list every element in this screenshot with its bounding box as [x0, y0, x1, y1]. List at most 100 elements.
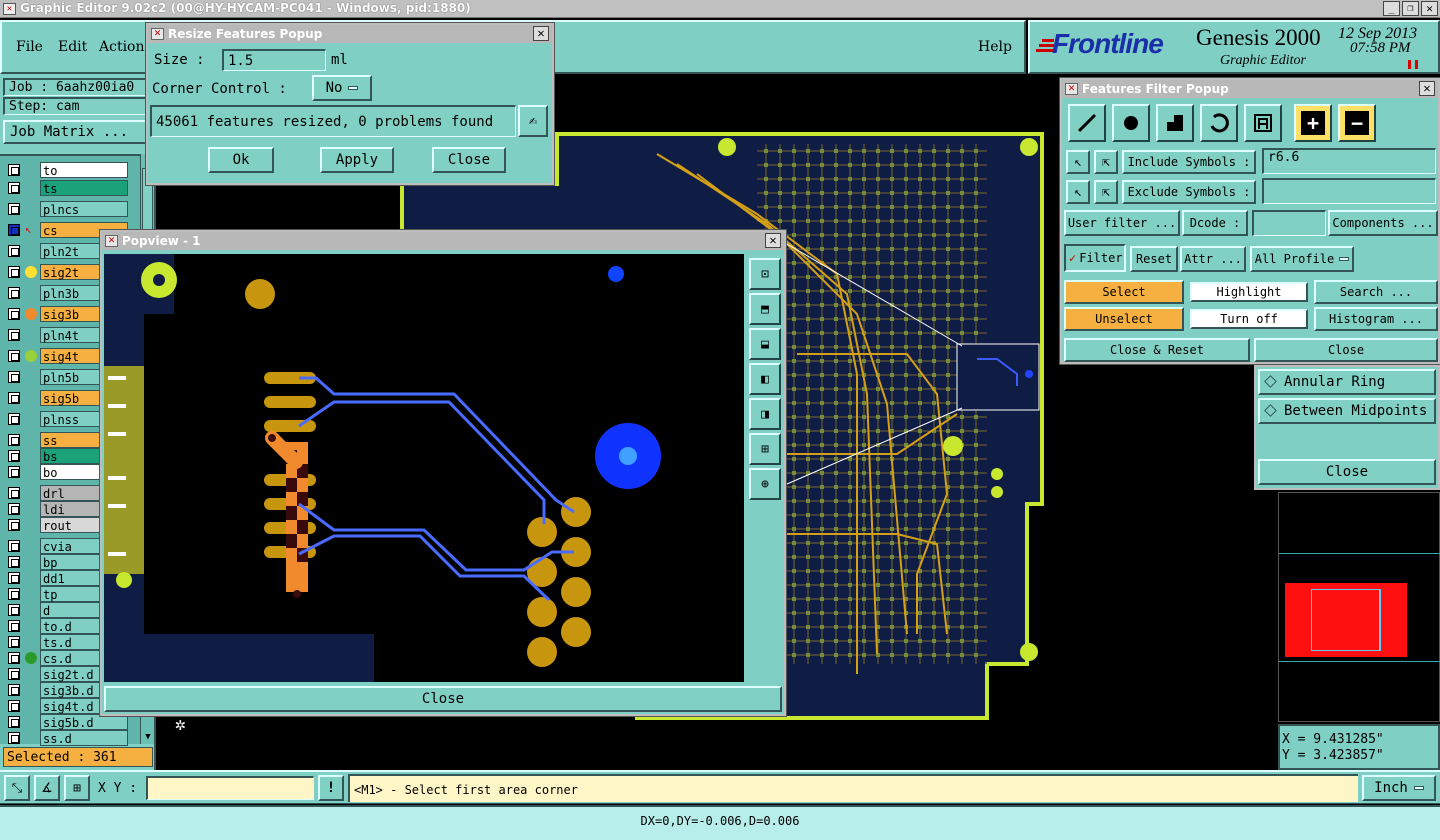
pan-up-icon[interactable]: ⬒	[749, 293, 781, 325]
search-button[interactable]: Search ...	[1314, 280, 1438, 304]
maximize-button[interactable]: ❐	[1402, 1, 1419, 16]
snap-close-button[interactable]: Close	[1258, 459, 1436, 485]
layer-checkbox[interactable]	[8, 716, 20, 728]
layer-checkbox[interactable]	[8, 203, 20, 215]
turn-off-button[interactable]: Turn off	[1190, 309, 1308, 329]
resize-status-icon[interactable]: ✍	[518, 105, 548, 137]
arc-feature-icon[interactable]	[1200, 104, 1238, 142]
filter-close-button[interactable]: Close	[1254, 338, 1438, 362]
alert-icon[interactable]: !	[318, 775, 344, 801]
grid-snap-icon[interactable]: ⊞	[64, 775, 90, 801]
popview-close-button[interactable]: Close	[104, 686, 782, 712]
layer-checkbox[interactable]	[8, 503, 20, 515]
exclude-pick-icon[interactable]: ⇱	[1094, 180, 1118, 204]
layer-checkbox[interactable]	[8, 588, 20, 600]
layer-checkbox[interactable]	[8, 266, 20, 278]
positive-polarity-icon[interactable]: +	[1294, 104, 1332, 142]
measure-icon[interactable]: ∡	[34, 775, 60, 801]
layer-checkbox[interactable]	[8, 434, 20, 446]
pan-right-icon[interactable]: ◨	[749, 398, 781, 430]
histogram-button[interactable]: Histogram ...	[1314, 307, 1438, 331]
exclude-arrow-icon[interactable]: ↖	[1066, 180, 1090, 204]
apply-button[interactable]: Apply	[320, 147, 394, 173]
include-symbols-input[interactable]: r6.6	[1262, 148, 1436, 174]
layer-checkbox[interactable]	[8, 684, 20, 696]
units-select[interactable]: Inch	[1362, 775, 1436, 801]
layer-checkbox[interactable]	[8, 540, 20, 552]
layer-checkbox[interactable]	[8, 224, 20, 236]
xy-input[interactable]	[146, 776, 314, 800]
layer-checkbox[interactable]	[8, 413, 20, 425]
unselect-button[interactable]: Unselect	[1064, 307, 1184, 331]
layer-row[interactable]: sig5b.d	[6, 714, 128, 730]
zoom-window-icon[interactable]: ⊡	[749, 258, 781, 290]
attr-button[interactable]: Attr ...	[1180, 246, 1246, 272]
highlight-button[interactable]: Highlight	[1190, 282, 1308, 302]
text-feature-icon[interactable]	[1244, 104, 1282, 142]
resize-close-icon[interactable]: ✕	[533, 26, 549, 41]
layer-checkbox[interactable]	[8, 392, 20, 404]
size-input[interactable]: 1.5	[222, 49, 326, 71]
layer-checkbox[interactable]	[8, 652, 20, 664]
layer-checkbox[interactable]	[8, 732, 20, 744]
negative-polarity-icon[interactable]: −	[1338, 104, 1376, 142]
pan-left-icon[interactable]: ◧	[749, 363, 781, 395]
layer-checkbox[interactable]	[8, 700, 20, 712]
layer-checkbox[interactable]	[8, 636, 20, 648]
menu-help[interactable]: Help	[978, 39, 1012, 55]
layer-checkbox[interactable]	[8, 164, 20, 176]
layer-checkbox[interactable]	[8, 350, 20, 362]
components-button[interactable]: Components ...	[1328, 210, 1438, 236]
menu-edit[interactable]: Edit	[58, 39, 87, 55]
exclude-symbols-input[interactable]	[1262, 178, 1436, 204]
popview-canvas[interactable]	[104, 254, 744, 682]
layer-checkbox[interactable]	[8, 604, 20, 616]
include-pick-icon[interactable]: ⇱	[1094, 150, 1118, 174]
reset-button[interactable]: Reset	[1130, 246, 1178, 272]
layer-checkbox[interactable]	[8, 287, 20, 299]
line-feature-icon[interactable]	[1068, 104, 1106, 142]
job-matrix-button[interactable]: Job Matrix ...	[3, 120, 153, 144]
surface-feature-icon[interactable]	[1156, 104, 1194, 142]
layer-checkbox[interactable]	[8, 572, 20, 584]
layer-row[interactable]: to	[6, 162, 128, 178]
zoom-fit-icon[interactable]: ⊕	[749, 468, 781, 500]
layer-checkbox[interactable]	[8, 487, 20, 499]
layer-checkbox[interactable]	[8, 620, 20, 632]
layer-checkbox[interactable]	[8, 450, 20, 462]
include-arrow-icon[interactable]: ↖	[1066, 150, 1090, 174]
select-button[interactable]: Select	[1064, 280, 1184, 304]
minimize-button[interactable]: _	[1383, 1, 1400, 16]
zoom-area-icon[interactable]: ⤡	[4, 775, 30, 801]
layer-checkbox[interactable]	[8, 556, 20, 568]
layer-checkbox[interactable]	[8, 371, 20, 383]
layer-checkbox[interactable]	[8, 308, 20, 320]
close-window-button[interactable]: ✕	[1421, 1, 1438, 16]
layer-checkbox[interactable]	[8, 466, 20, 478]
dcode-input[interactable]	[1252, 210, 1326, 236]
ok-button[interactable]: Ok	[208, 147, 274, 173]
layer-checkbox[interactable]	[8, 668, 20, 680]
layer-checkbox[interactable]	[8, 329, 20, 341]
user-filter-button[interactable]: User filter ...	[1064, 210, 1180, 236]
layer-checkbox[interactable]	[8, 519, 20, 531]
corner-control-select[interactable]: No	[312, 75, 372, 101]
filter-toggle[interactable]: ✓ Filter	[1064, 244, 1126, 272]
layer-row[interactable]: plncs	[6, 201, 128, 217]
zoom-in-icon[interactable]: ⊞	[749, 433, 781, 465]
profile-select[interactable]: All Profile	[1250, 246, 1354, 272]
layer-row[interactable]: ss.d	[6, 730, 128, 746]
layer-checkbox[interactable]	[8, 182, 20, 194]
annular-ring-option[interactable]: Annular Ring	[1258, 369, 1436, 395]
layer-checkbox[interactable]	[8, 245, 20, 257]
layer-row[interactable]: ts	[6, 180, 128, 196]
minimap[interactable]	[1278, 492, 1440, 722]
close-reset-button[interactable]: Close & Reset	[1064, 338, 1250, 362]
pad-feature-icon[interactable]	[1112, 104, 1150, 142]
menu-actions[interactable]: Actions	[99, 39, 152, 55]
filter-close-icon[interactable]: ✕	[1419, 81, 1435, 96]
pan-down-icon[interactable]: ⬓	[749, 328, 781, 360]
menu-file[interactable]: File	[16, 39, 43, 55]
scroll-down-icon[interactable]: ▼	[141, 730, 155, 744]
popview-close-icon[interactable]: ✕	[765, 233, 781, 248]
